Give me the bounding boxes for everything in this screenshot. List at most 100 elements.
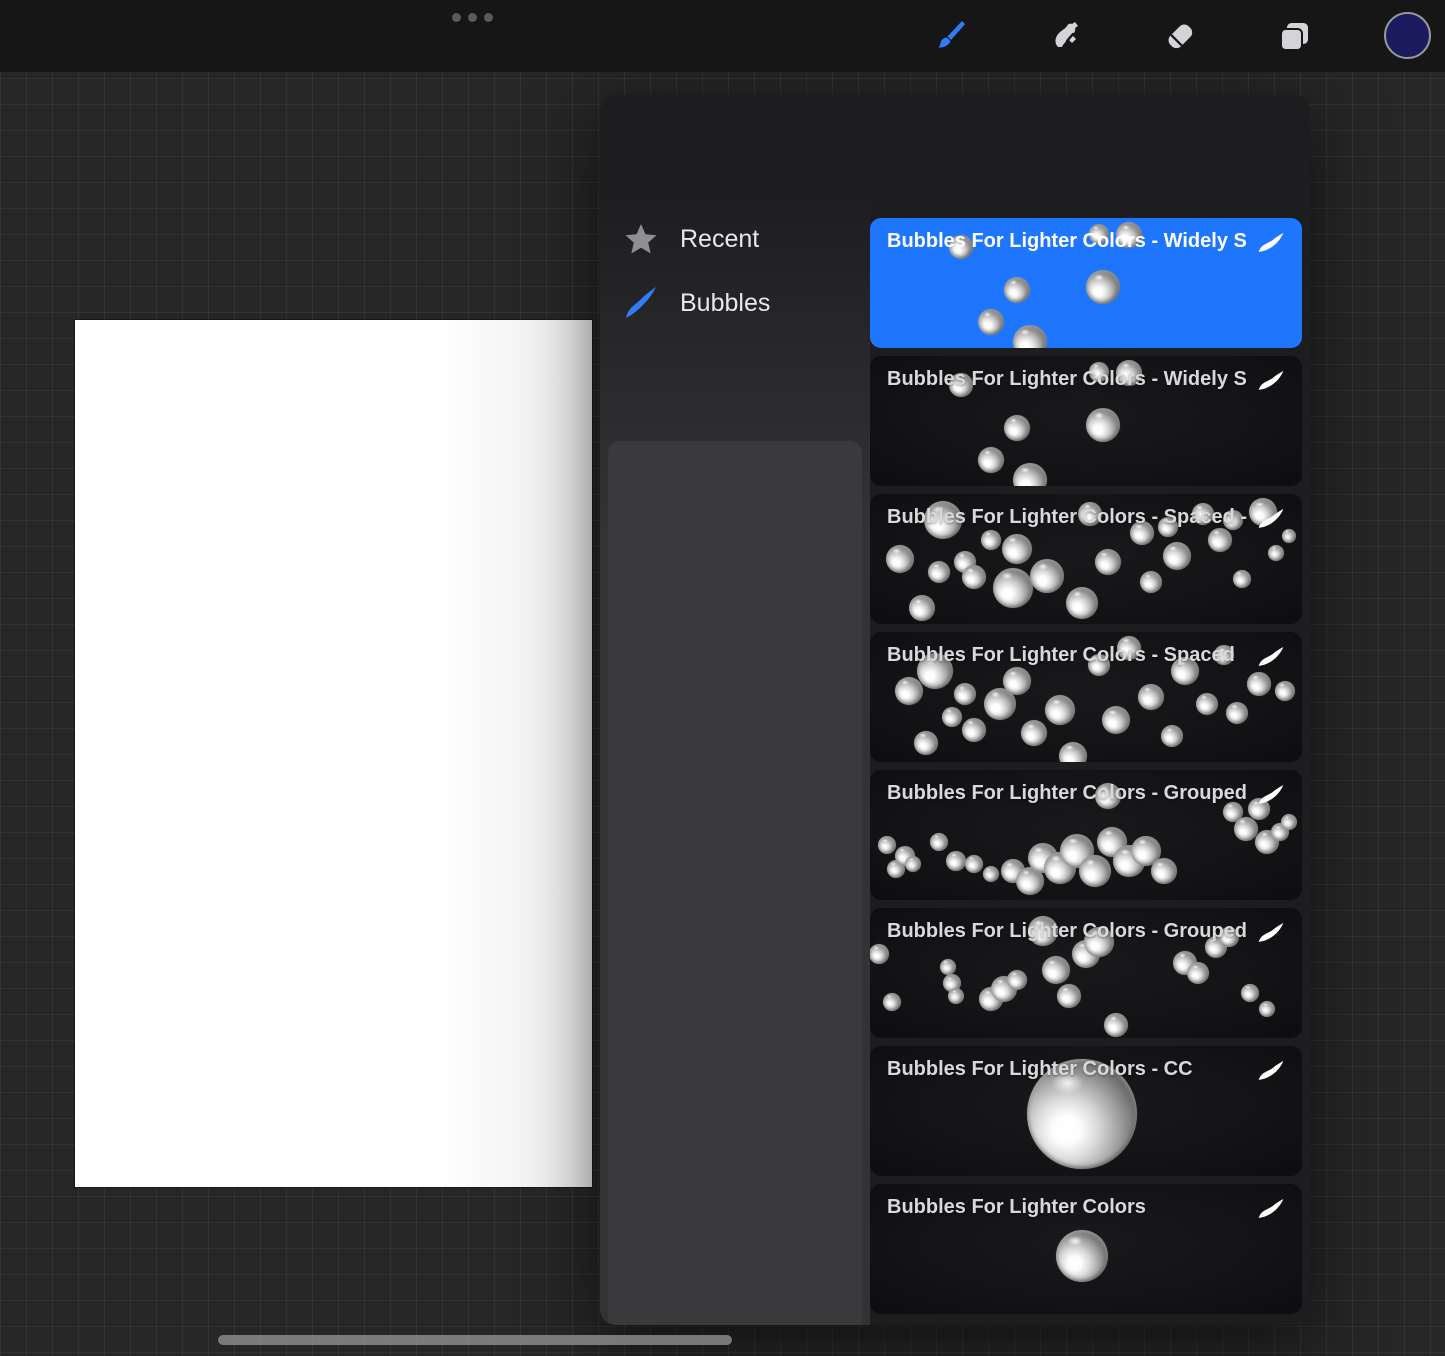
- bubble-sphere: [1102, 706, 1130, 734]
- bubble-sphere: [1004, 277, 1030, 303]
- bubble-sphere: [940, 959, 956, 975]
- smudge-tool-button[interactable]: [1043, 14, 1087, 58]
- bubble-sphere: [883, 993, 901, 1011]
- bubble-sphere: [1013, 463, 1047, 487]
- bubble-sphere: [1275, 681, 1295, 701]
- layers-icon: [1275, 17, 1313, 55]
- sidebar-item-label: Bubbles: [680, 289, 770, 318]
- brush-signature-icon: [1258, 233, 1284, 253]
- bubble-sphere: [942, 707, 962, 727]
- brush-signature-icon: [1258, 923, 1284, 943]
- brush-label: Bubbles For Lighter Colors - Grouped: [887, 920, 1247, 943]
- bubble-sphere: [1281, 814, 1297, 830]
- brush-item[interactable]: Bubbles For Lighter Colors: [870, 1184, 1302, 1314]
- active-color-button[interactable]: [1384, 12, 1431, 59]
- brush-label: Bubbles For Lighter Colors: [887, 1196, 1146, 1219]
- bubble-sphere: [1151, 858, 1177, 884]
- bubble-sphere: [928, 561, 950, 583]
- layers-button[interactable]: [1272, 14, 1316, 58]
- bubble-sphere: [1004, 415, 1030, 441]
- bubble-sphere: [1002, 534, 1032, 564]
- brush-signature-icon: [1258, 1061, 1284, 1081]
- bubble-sphere: [1234, 817, 1258, 841]
- brush-set-dropzone[interactable]: [608, 441, 862, 1325]
- bubble-sphere: [1095, 549, 1121, 575]
- bubble-sphere: [978, 447, 1004, 473]
- brush-tool-button[interactable]: [928, 14, 972, 58]
- bubble-sphere: [965, 855, 983, 873]
- brush-signature-icon: [1258, 785, 1284, 805]
- brush-item[interactable]: Bubbles For Lighter Colors - Widely Spac…: [870, 356, 1302, 486]
- brush-item[interactable]: Bubbles For Lighter Colors - Spaced - CC: [870, 494, 1302, 624]
- brush-library-panel: Brush Library Recent Bubbles Bub: [600, 95, 1310, 1325]
- brush-item[interactable]: Bubbles For Lighter Colors - CC: [870, 1046, 1302, 1176]
- brush-signature-icon: [1258, 509, 1284, 529]
- bubble-sphere: [954, 683, 976, 705]
- bubble-sphere: [1007, 970, 1027, 990]
- bubble-sphere: [914, 731, 938, 755]
- bubble-sphere: [886, 545, 914, 573]
- brush-item[interactable]: Bubbles For Lighter Colors - Widely Spac…: [870, 218, 1302, 348]
- brush-set-sidebar: Recent Bubbles: [600, 191, 870, 1325]
- brush-item[interactable]: Bubbles For Lighter Colors - Grouped - C…: [870, 770, 1302, 900]
- brush-label: Bubbles For Lighter Colors - Grouped - C…: [887, 782, 1247, 805]
- bubble-sphere: [1233, 570, 1251, 588]
- brush-label: Bubbles For Lighter Colors - Widely Spac…: [887, 230, 1247, 253]
- bubble-sphere: [1161, 725, 1183, 747]
- smudge-icon: [1046, 17, 1084, 55]
- bubble-sphere: [1140, 571, 1162, 593]
- procreate-app: Brush Library Recent Bubbles Bub: [0, 0, 1445, 1356]
- bubble-sphere: [909, 595, 935, 621]
- bubble-sphere: [978, 309, 1004, 335]
- canvas-page[interactable]: [75, 320, 592, 1187]
- bubble-sphere: [1013, 325, 1047, 349]
- bubble-sphere: [1056, 1230, 1108, 1282]
- bubble-sphere: [948, 988, 964, 1004]
- bubble-sphere: [1196, 693, 1218, 715]
- sidebar-item-recent[interactable]: Recent: [600, 211, 870, 267]
- bubble-sphere: [1045, 695, 1075, 725]
- eraser-tool-button[interactable]: [1158, 14, 1202, 58]
- bubble-sphere: [1086, 408, 1120, 442]
- brush-label: Bubbles For Lighter Colors - Spaced - CC: [887, 506, 1247, 529]
- bubble-sphere: [1003, 667, 1031, 695]
- bubble-sphere: [1066, 587, 1098, 619]
- bubble-sphere: [993, 568, 1033, 608]
- bubble-sphere: [1021, 720, 1047, 746]
- top-toolbar: [0, 0, 1445, 72]
- bubble-sphere: [870, 944, 889, 964]
- bubble-sphere: [962, 565, 986, 589]
- bubble-sphere: [1187, 962, 1209, 984]
- bubble-sphere: [946, 851, 966, 871]
- bubble-sphere: [1259, 1001, 1275, 1017]
- bubble-sphere: [878, 836, 896, 854]
- bubble-sphere: [1226, 702, 1248, 724]
- brush-item[interactable]: Bubbles For Lighter Colors - Spaced: [870, 632, 1302, 762]
- bubble-sphere: [962, 718, 986, 742]
- brush-label: Bubbles For Lighter Colors - Spaced: [887, 644, 1235, 667]
- bubble-sphere: [1138, 684, 1164, 710]
- eraser-icon: [1161, 17, 1199, 55]
- bubble-sphere: [1086, 270, 1120, 304]
- brush-item[interactable]: Bubbles For Lighter Colors - Grouped: [870, 908, 1302, 1038]
- brush-stroke-icon: [624, 286, 658, 320]
- horizontal-scrollbar[interactable]: [218, 1335, 732, 1345]
- bubble-sphere: [1268, 545, 1284, 561]
- sidebar-item-bubbles[interactable]: Bubbles: [600, 275, 870, 331]
- bubble-sphere: [1163, 542, 1191, 570]
- brush-label: Bubbles For Lighter Colors - Widely Spac…: [887, 368, 1247, 391]
- brush-signature-icon: [1258, 1199, 1284, 1219]
- bubble-sphere: [1208, 528, 1232, 552]
- sidebar-item-label: Recent: [680, 225, 759, 254]
- brush-label: Bubbles For Lighter Colors - CC: [887, 1058, 1193, 1081]
- bubble-sphere: [1247, 672, 1271, 696]
- bubble-sphere: [983, 866, 999, 882]
- brush-icon: [931, 17, 969, 55]
- bubble-sphere: [930, 833, 948, 851]
- bubble-sphere: [1282, 529, 1296, 543]
- brush-signature-icon: [1258, 647, 1284, 667]
- bubble-sphere: [1104, 1013, 1128, 1037]
- brush-list: Bubbles For Lighter Colors - Widely Spac…: [870, 218, 1302, 1322]
- bubble-sphere: [1042, 956, 1070, 984]
- canvas-options-dots[interactable]: [452, 13, 493, 22]
